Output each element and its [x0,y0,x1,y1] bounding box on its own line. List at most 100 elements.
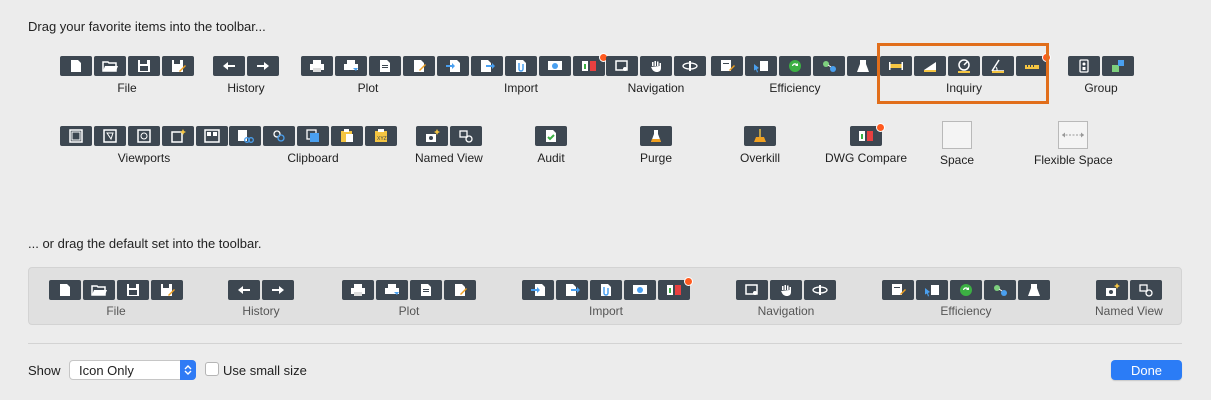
undo-icon[interactable] [213,56,245,76]
history-label: History [227,81,265,95]
flexible-space-item[interactable] [1058,121,1089,149]
plot-label: Plot [357,81,379,95]
publish-icon[interactable] [403,56,435,76]
plot-icon[interactable] [301,56,333,76]
default-import-label: Import [588,304,623,318]
zoom-window-icon[interactable] [606,56,638,76]
space-group[interactable]: Space [940,121,974,167]
pan-hand-icon[interactable] [640,56,672,76]
zoom-window-icon [736,280,768,300]
attach-icon [590,280,622,300]
group-group[interactable]: Group [1068,56,1134,95]
viewports-group[interactable]: Viewports [60,126,228,165]
badge-dot [876,123,885,132]
cleanup-icon [1018,280,1050,300]
redo-icon[interactable] [247,56,279,76]
import-icon[interactable] [437,56,469,76]
save-icon[interactable] [128,56,160,76]
favorites-heading: Drag your favorite items into the toolba… [28,19,266,34]
viewports-label: Viewports [117,151,171,165]
copy-with-base-icon[interactable] [297,126,329,146]
purge-label: Purge [640,151,673,165]
overkill-label: Overkill [740,151,781,165]
default-navigation-group[interactable]: Navigation [736,280,836,318]
small-size-checkbox[interactable] [205,362,219,376]
open-folder-icon[interactable] [94,56,126,76]
new-file-icon[interactable] [60,56,92,76]
pdf-import-icon[interactable] [573,53,608,76]
audit-group[interactable]: Audit [535,126,567,165]
page-setup-icon[interactable] [369,56,401,76]
quick-properties-icon[interactable] [711,56,743,76]
default-named-view-group[interactable]: Named View [1095,280,1163,318]
select-similar-icon[interactable] [813,56,845,76]
cleanup-icon[interactable] [847,56,879,76]
purge-group[interactable]: Purge [640,126,672,165]
paste-to-coordinates-icon[interactable]: XYZ [365,126,397,146]
refresh-icon[interactable] [779,56,811,76]
batch-plot-icon[interactable] [335,56,367,76]
publish-icon [444,280,476,300]
clipboard-label: Clipboard [287,151,339,165]
group-objects-icon[interactable] [1102,56,1134,76]
named-view-group[interactable]: Named View [415,126,483,165]
audit-label: Audit [537,151,565,165]
save-as-icon[interactable] [162,56,194,76]
copy-icon[interactable] [263,126,295,146]
audit-icon[interactable] [535,126,567,146]
show-mode-select[interactable]: Icon Only [69,360,196,380]
efficiency-group[interactable]: Efficiency [711,56,879,95]
default-file-group[interactable]: File [49,280,183,318]
ungroup-icon[interactable] [1068,56,1100,76]
export-icon[interactable] [471,56,503,76]
space-item[interactable] [942,121,973,149]
import-group[interactable]: Import [437,53,608,95]
cut-icon[interactable] [229,126,261,146]
orbit-icon [804,280,836,300]
inquiry-highlight-box [877,43,1049,104]
done-button[interactable]: Done [1111,360,1182,380]
default-efficiency-group[interactable]: Efficiency [882,280,1050,318]
web-import-icon[interactable] [539,56,571,76]
plot-group[interactable]: Plot [301,56,435,95]
clipboard-group[interactable]: XYZ Clipboard [229,126,397,165]
dwg-compare-group[interactable]: DWG Compare [825,123,908,165]
plot-icon [342,280,374,300]
purge-icon[interactable] [640,126,673,146]
orbit-icon[interactable] [674,56,706,76]
default-plot-group[interactable]: Plot [342,280,476,318]
default-history-group[interactable]: History [228,280,294,318]
dwg-compare-label: DWG Compare [825,151,908,165]
navigation-group[interactable]: Navigation [606,56,706,95]
overkill-group[interactable]: Overkill [740,126,780,165]
paste-icon[interactable] [331,126,363,146]
named-view-new-icon[interactable] [415,126,448,146]
save-as-icon [151,280,183,300]
viewport-new-icon[interactable] [162,126,194,146]
redo-icon [262,280,294,300]
dwg-compare-icon[interactable] [850,123,885,146]
viewport-polygon-icon[interactable] [94,126,126,146]
file-group[interactable]: File [60,56,194,95]
default-history-label: History [242,304,280,318]
open-folder-icon [83,280,115,300]
named-view-manager-icon[interactable] [449,126,482,146]
viewport-rect-icon[interactable] [60,126,92,146]
default-navigation-label: Navigation [757,304,815,318]
viewport-object-icon[interactable] [128,126,160,146]
match-properties-icon[interactable] [745,56,777,76]
default-named-view-label: Named View [1095,304,1163,318]
efficiency-label: Efficiency [769,81,821,95]
overkill-broom-icon[interactable] [744,126,776,146]
select-stepper-icon [180,360,196,380]
history-group[interactable]: History [213,56,279,95]
refresh-icon [950,280,982,300]
show-label: Show [28,363,61,378]
page-setup-icon [410,280,442,300]
flexible-space-group[interactable]: Flexible Space [1034,121,1113,167]
default-import-group[interactable]: Import [522,277,693,318]
save-icon [117,280,149,300]
viewport-layout-icon[interactable] [196,126,228,146]
navigation-label: Navigation [627,81,685,95]
attach-icon[interactable] [505,56,537,76]
